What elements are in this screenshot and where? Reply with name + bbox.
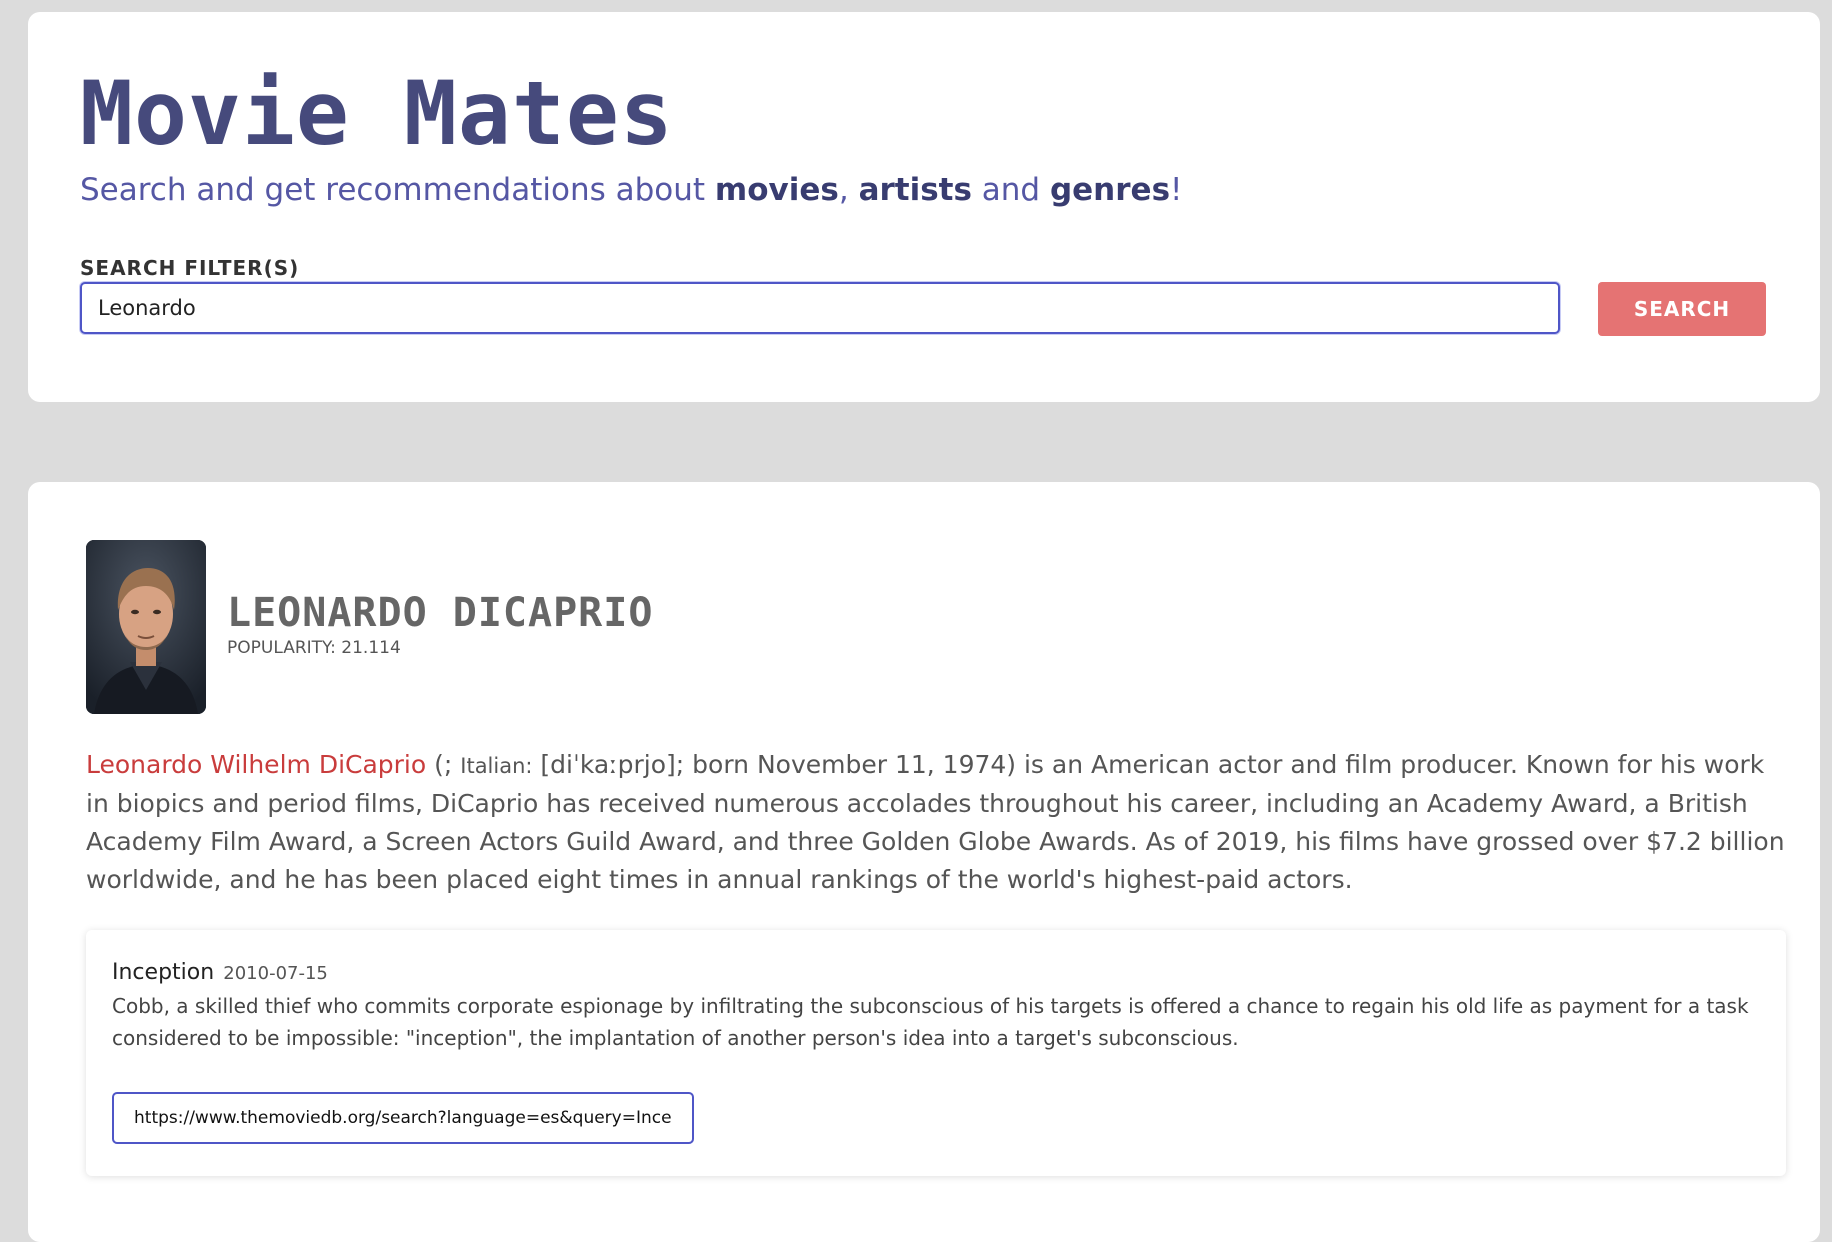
search-panel: Movie Mates Search and get recommendatio…: [28, 12, 1820, 402]
bio-language: Italian:: [460, 754, 533, 778]
subtitle-exclaim: !: [1170, 172, 1183, 208]
app-title: Movie Mates: [80, 62, 674, 165]
subtitle-comma: ,: [838, 172, 849, 208]
artist-result-panel: LEONARDO DICAPRIO POPULARITY: 21.114 Leo…: [28, 482, 1820, 1242]
movie-overview: Cobb, a skilled thief who commits corpor…: [112, 994, 1749, 1050]
portrait-image-icon: [86, 540, 206, 714]
search-button[interactable]: SEARCH: [1598, 282, 1766, 336]
subtitle-genres: genres: [1049, 172, 1171, 208]
bio-paren-open: (;: [426, 750, 461, 779]
subtitle-prefix: Search and get recommendations about: [80, 172, 715, 208]
movie-link-field[interactable]: [112, 1092, 694, 1144]
search-input[interactable]: [80, 282, 1560, 334]
artist-bio: Leonardo Wilhelm DiCaprio (; Italian: [d…: [86, 746, 1786, 899]
bio-artist-name: Leonardo Wilhelm DiCaprio: [86, 750, 427, 779]
artist-popularity: POPULARITY: 21.114: [227, 638, 401, 658]
app-subtitle: Search and get recommendations about mov…: [80, 172, 1182, 208]
search-filter-label: SEARCH FILTER(S): [80, 256, 300, 280]
subtitle-and: and: [971, 172, 1050, 208]
subtitle-movies: movies: [714, 172, 839, 208]
subtitle-artists: artists: [858, 172, 972, 208]
movie-release-date: 2010-07-15: [223, 963, 328, 984]
artist-photo: [86, 540, 206, 714]
artist-name: LEONARDO DICAPRIO: [227, 590, 654, 636]
movie-card: Inception 2010-07-15 Cobb, a skilled thi…: [86, 930, 1786, 1176]
movie-heading: Inception 2010-07-15: [112, 960, 328, 985]
movie-title: Inception: [112, 960, 215, 985]
